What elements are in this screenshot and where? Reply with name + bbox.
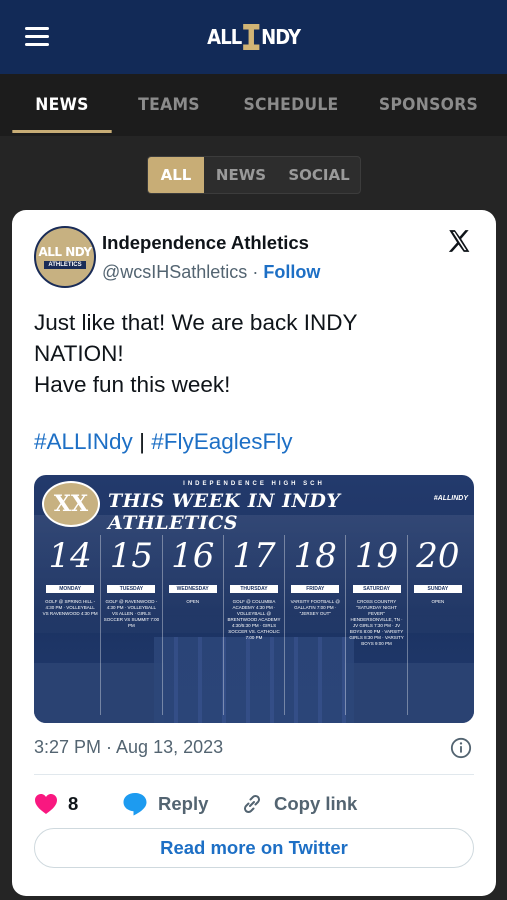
tweet-header: ALL NDY ATHLETICS Independence Athletics… <box>34 226 474 290</box>
allindy-logo[interactable]: ALL NDY <box>206 24 301 50</box>
divider <box>34 774 474 775</box>
tweet-card: ALL NDY ATHLETICS Independence Athletics… <box>12 210 496 896</box>
day-events: VARSITY FOOTBALL @ GALLATIN 7:00 PM · "J… <box>290 599 340 616</box>
follow-button[interactable]: Follow <box>263 262 320 282</box>
hashtag-separator: | <box>139 429 145 454</box>
day-name: WEDNESDAY <box>168 585 217 593</box>
feed-content: ALL NEWS SOCIAL ALL NDY ATHLETICS Indepe… <box>0 136 507 900</box>
day-name: THURSDAY <box>229 585 278 593</box>
filter-news[interactable]: NEWS <box>204 157 278 193</box>
day-name: MONDAY <box>46 585 95 593</box>
link-icon <box>243 794 261 814</box>
logo-text-right: NDY <box>260 25 301 49</box>
day-events: GOLF @ SPRING HILL - 4:30 PM · VOLLEYBAL… <box>42 599 98 616</box>
reply-button[interactable]: Reply <box>122 792 240 816</box>
day-events: GOLF @ COLUMBIA ACADEMY 4:30 PM · VOLLEY… <box>227 599 281 640</box>
day-number: 19 <box>354 536 399 576</box>
tweet-media-image[interactable]: INDEPENDENCE HIGH SCH XX THIS WEEK IN IN… <box>34 475 474 723</box>
day-name: SATURDAY <box>352 585 401 593</box>
tab-sponsors[interactable]: SPONSORS <box>365 74 491 136</box>
tab-schedule[interactable]: SCHEDULE <box>228 74 355 136</box>
media-badge: XX <box>42 481 100 527</box>
avatar-text: ALL NDY <box>38 245 92 259</box>
hashtag-link[interactable]: #ALLINdy <box>34 429 133 454</box>
tab-teams[interactable]: TEAMS <box>120 74 218 136</box>
day-events: CROSS COUNTRY "SATURDAY NIGHT FEVER" HEN… <box>349 599 404 646</box>
media-day-column: 18 FRIDAY VARSITY FOOTBALL @ GALLATIN 7:00… <box>284 535 345 715</box>
top-app-bar: ALL NDY <box>0 0 507 74</box>
hashtag-link[interactable]: #FlyEaglesFly <box>151 429 292 454</box>
media-day-column: 15 TUESDAY GOLF @ RAVENWOOD - 4:30 PM · VO… <box>100 535 161 715</box>
hamburger-menu-icon[interactable] <box>25 27 49 46</box>
avatar-subtext: ATHLETICS <box>44 261 86 269</box>
tweet-timestamp[interactable]: 3:27 PM · Aug 13, 2023 <box>34 737 223 758</box>
day-number: 14 <box>48 536 92 576</box>
media-day-column: 16 WEDNESDAY OPEN <box>161 535 223 715</box>
avatar[interactable]: ALL NDY ATHLETICS <box>34 226 96 288</box>
filter-all[interactable]: ALL <box>148 157 204 193</box>
info-icon[interactable] <box>450 737 472 759</box>
media-tag: #ALLINDY <box>433 495 468 502</box>
like-button[interactable]: 8 <box>34 793 122 815</box>
day-number: 17 <box>232 536 276 576</box>
day-name: FRIDAY <box>291 585 340 593</box>
logo-i-mark <box>242 24 260 50</box>
feed-filter-segmented-control: ALL NEWS SOCIAL <box>147 156 361 194</box>
day-name: SUNDAY <box>413 585 462 593</box>
day-number: 15 <box>109 536 154 576</box>
reply-label: Reply <box>158 793 209 814</box>
day-number: 16 <box>171 536 215 576</box>
reply-bubble-icon <box>123 793 147 816</box>
day-events: OPEN <box>186 599 200 604</box>
tweet-actions: 8 Reply Copy link <box>34 786 474 822</box>
main-nav-tabs: NEWS TEAMS SCHEDULE SPONSORS <box>0 74 507 136</box>
handle-separator: · <box>252 262 259 282</box>
tab-news[interactable]: NEWS <box>12 74 112 136</box>
heart-icon <box>35 794 57 814</box>
day-number: 18 <box>293 536 337 576</box>
account-handle-row: @wcsIHSathletics · Follow <box>102 262 320 283</box>
media-day-column: 19 SATURDAY CROSS COUNTRY "SATURDAY NIGHT … <box>345 535 406 715</box>
read-more-on-twitter-button[interactable]: Read more on Twitter <box>34 828 474 868</box>
filter-social[interactable]: SOCIAL <box>278 157 360 193</box>
tweet-text-line: Just like that! We are back INDY <box>34 310 358 335</box>
tweet-text: Just like that! We are back INDY NATION!… <box>34 307 474 400</box>
like-count: 8 <box>68 793 79 814</box>
media-week-grid: 14 MONDAY GOLF @ SPRING HILL - 4:30 PM · V… <box>40 535 468 715</box>
account-handle[interactable]: @wcsIHSathletics <box>102 262 247 282</box>
copy-link-button[interactable]: Copy link <box>240 792 357 816</box>
account-name[interactable]: Independence Athletics <box>102 232 309 254</box>
tweet-text-line: Have fun this week! <box>34 372 231 397</box>
copy-link-label: Copy link <box>274 793 358 814</box>
x-logo-icon[interactable] <box>446 228 472 254</box>
media-school-label: INDEPENDENCE HIGH SCH <box>183 481 325 487</box>
day-events: OPEN <box>431 599 445 604</box>
logo-text-left: ALL <box>206 25 242 49</box>
day-events: GOLF @ RAVENWOOD - 4:30 PM · VOLLEYBALL … <box>103 599 160 628</box>
tweet-text-line: NATION! <box>34 341 124 366</box>
media-day-column: 14 MONDAY GOLF @ SPRING HILL - 4:30 PM · V… <box>40 535 100 715</box>
media-title: THIS WEEK IN INDY ATHLETICS <box>108 490 341 534</box>
day-number: 20 <box>416 536 460 576</box>
media-day-column: 20 SUNDAY OPEN <box>406 535 468 715</box>
day-name: TUESDAY <box>107 585 156 593</box>
tweet-hashtags: #ALLINdy | #FlyEaglesFly <box>34 429 293 455</box>
media-day-column: 17 THURSDAY GOLF @ COLUMBIA ACADEMY 4:30 P… <box>222 535 284 715</box>
